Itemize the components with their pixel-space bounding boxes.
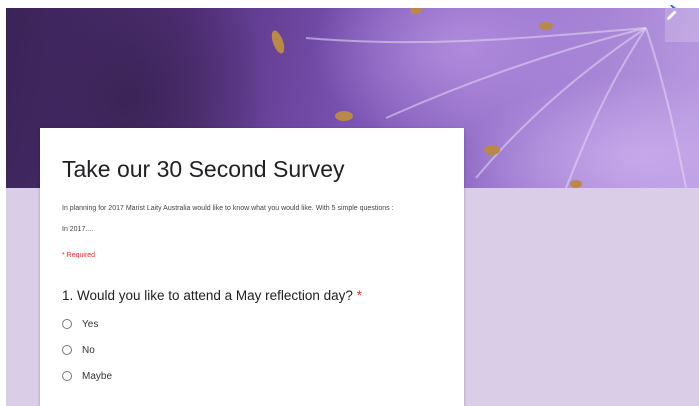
radio-option-label: Yes	[82, 318, 99, 330]
form-card: Take our 30 Second Survey In planning fo…	[40, 128, 464, 406]
radio-option-no[interactable]: No	[62, 342, 95, 358]
radio-option-yes[interactable]: Yes	[62, 316, 98, 332]
question-title: 1. Would you like to attend a May reflec…	[62, 288, 362, 303]
form-title: Take our 30 Second Survey	[62, 156, 345, 182]
radio-button[interactable]	[62, 319, 72, 329]
radio-button[interactable]	[62, 371, 72, 381]
form-description-line2: In 2017....	[62, 226, 94, 233]
top-accent-fragment	[669, 0, 693, 12]
customize-theme-button[interactable]	[665, 8, 699, 42]
form-page: Take our 30 Second Survey In planning fo…	[6, 8, 699, 406]
radio-option-label: Maybe	[82, 370, 113, 382]
form-description: In planning for 2017 Marist Laity Austra…	[62, 205, 394, 212]
radio-option-maybe[interactable]: Maybe	[62, 368, 112, 384]
radio-button[interactable]	[62, 345, 72, 355]
required-asterisk: *	[356, 288, 362, 303]
question-text: 1. Would you like to attend a May reflec…	[62, 288, 353, 303]
radio-option-label: No	[82, 344, 95, 356]
required-note: * Required	[62, 252, 96, 259]
